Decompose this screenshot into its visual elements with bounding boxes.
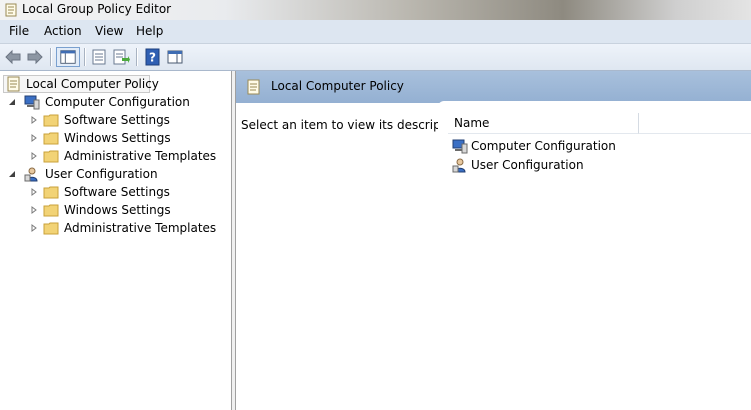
- tree-item-label: Windows Settings: [64, 131, 171, 145]
- policy-document-icon: [5, 3, 17, 17]
- user-icon: [24, 167, 38, 182]
- console-tree: Local Computer Policy Computer Configura…: [0, 71, 232, 410]
- computer-icon: [24, 95, 40, 110]
- collapsed-arrow-icon[interactable]: [30, 188, 38, 196]
- folder-icon: [43, 186, 59, 199]
- tree-item-label: Local Computer Policy: [26, 77, 159, 91]
- item-list: Name Computer Configuration User Configu…: [438, 101, 751, 410]
- title-bar: Local Group Policy Editor: [0, 0, 751, 20]
- menu-bar: File Action View Help: [0, 20, 751, 44]
- toolbar-separator: [50, 48, 52, 66]
- toolbar-separator: [84, 48, 86, 66]
- column-header-label: Name: [454, 116, 490, 130]
- policy-document-icon: [247, 79, 260, 95]
- folder-icon: [43, 114, 59, 127]
- tree-item-local-computer-policy[interactable]: Local Computer Policy: [6, 75, 159, 93]
- user-icon: [452, 158, 466, 173]
- list-item-computer-configuration[interactable]: Computer Configuration: [452, 137, 632, 155]
- policy-document-icon: [7, 76, 20, 92]
- toolbar: ?: [0, 44, 751, 71]
- collapsed-arrow-icon[interactable]: [30, 152, 38, 160]
- tree-item-software-settings[interactable]: Software Settings: [30, 111, 220, 129]
- list-item-user-configuration[interactable]: User Configuration: [452, 156, 632, 174]
- details-header: Local Computer Policy: [236, 71, 751, 103]
- toolbar-separator: [136, 48, 138, 66]
- export-list-icon[interactable]: [111, 47, 131, 67]
- tree-item-windows-settings[interactable]: Windows Settings: [30, 201, 220, 219]
- collapsed-arrow-icon[interactable]: [30, 224, 38, 232]
- folder-icon: [43, 132, 59, 145]
- details-pane: Local Computer Policy Select an item to …: [236, 71, 751, 410]
- expanded-arrow-icon[interactable]: [8, 170, 16, 178]
- expanded-arrow-icon[interactable]: [8, 98, 16, 106]
- menu-help[interactable]: Help: [136, 24, 163, 38]
- window-title: Local Group Policy Editor: [22, 2, 172, 16]
- tree-item-label: Software Settings: [64, 113, 170, 127]
- back-icon[interactable]: [3, 47, 23, 67]
- tree-item-label: User Configuration: [45, 167, 158, 181]
- tree-item-label: Computer Configuration: [45, 95, 190, 109]
- folder-icon: [43, 222, 59, 235]
- menu-file[interactable]: File: [9, 24, 29, 38]
- collapsed-arrow-icon[interactable]: [30, 134, 38, 142]
- tree-item-administrative-templates[interactable]: Administrative Templates: [30, 219, 225, 237]
- collapsed-arrow-icon[interactable]: [30, 116, 38, 124]
- tree-item-software-settings[interactable]: Software Settings: [30, 183, 220, 201]
- list-item-label: Computer Configuration: [471, 139, 616, 153]
- help-icon[interactable]: ?: [142, 47, 162, 67]
- show-hide-tree-icon[interactable]: [56, 47, 80, 67]
- tree-item-windows-settings[interactable]: Windows Settings: [30, 129, 220, 147]
- details-header-title: Local Computer Policy: [271, 79, 404, 93]
- properties-icon[interactable]: [89, 47, 109, 67]
- show-hide-action-pane-icon[interactable]: [165, 47, 185, 67]
- collapsed-arrow-icon[interactable]: [30, 206, 38, 214]
- tree-item-label: Software Settings: [64, 185, 170, 199]
- folder-icon: [43, 150, 59, 163]
- tree-item-administrative-templates[interactable]: Administrative Templates: [30, 147, 225, 165]
- tree-item-label: Administrative Templates: [64, 221, 217, 235]
- column-header-empty: [639, 113, 751, 134]
- forward-icon[interactable]: [25, 47, 45, 67]
- tree-item-computer-configuration[interactable]: Computer Configuration: [8, 93, 208, 111]
- tree-item-label: Administrative Templates: [64, 149, 217, 163]
- column-header-name[interactable]: Name: [448, 113, 639, 134]
- menu-action[interactable]: Action: [44, 24, 82, 38]
- folder-icon: [43, 204, 59, 217]
- svg-text:?: ?: [149, 51, 156, 65]
- tree-item-user-configuration[interactable]: User Configuration: [8, 165, 208, 183]
- description-text: Select an item to view its description.: [241, 118, 468, 132]
- list-item-label: User Configuration: [471, 158, 584, 172]
- computer-icon: [452, 139, 468, 154]
- menu-view[interactable]: View: [95, 24, 123, 38]
- tree-item-label: Windows Settings: [64, 203, 171, 217]
